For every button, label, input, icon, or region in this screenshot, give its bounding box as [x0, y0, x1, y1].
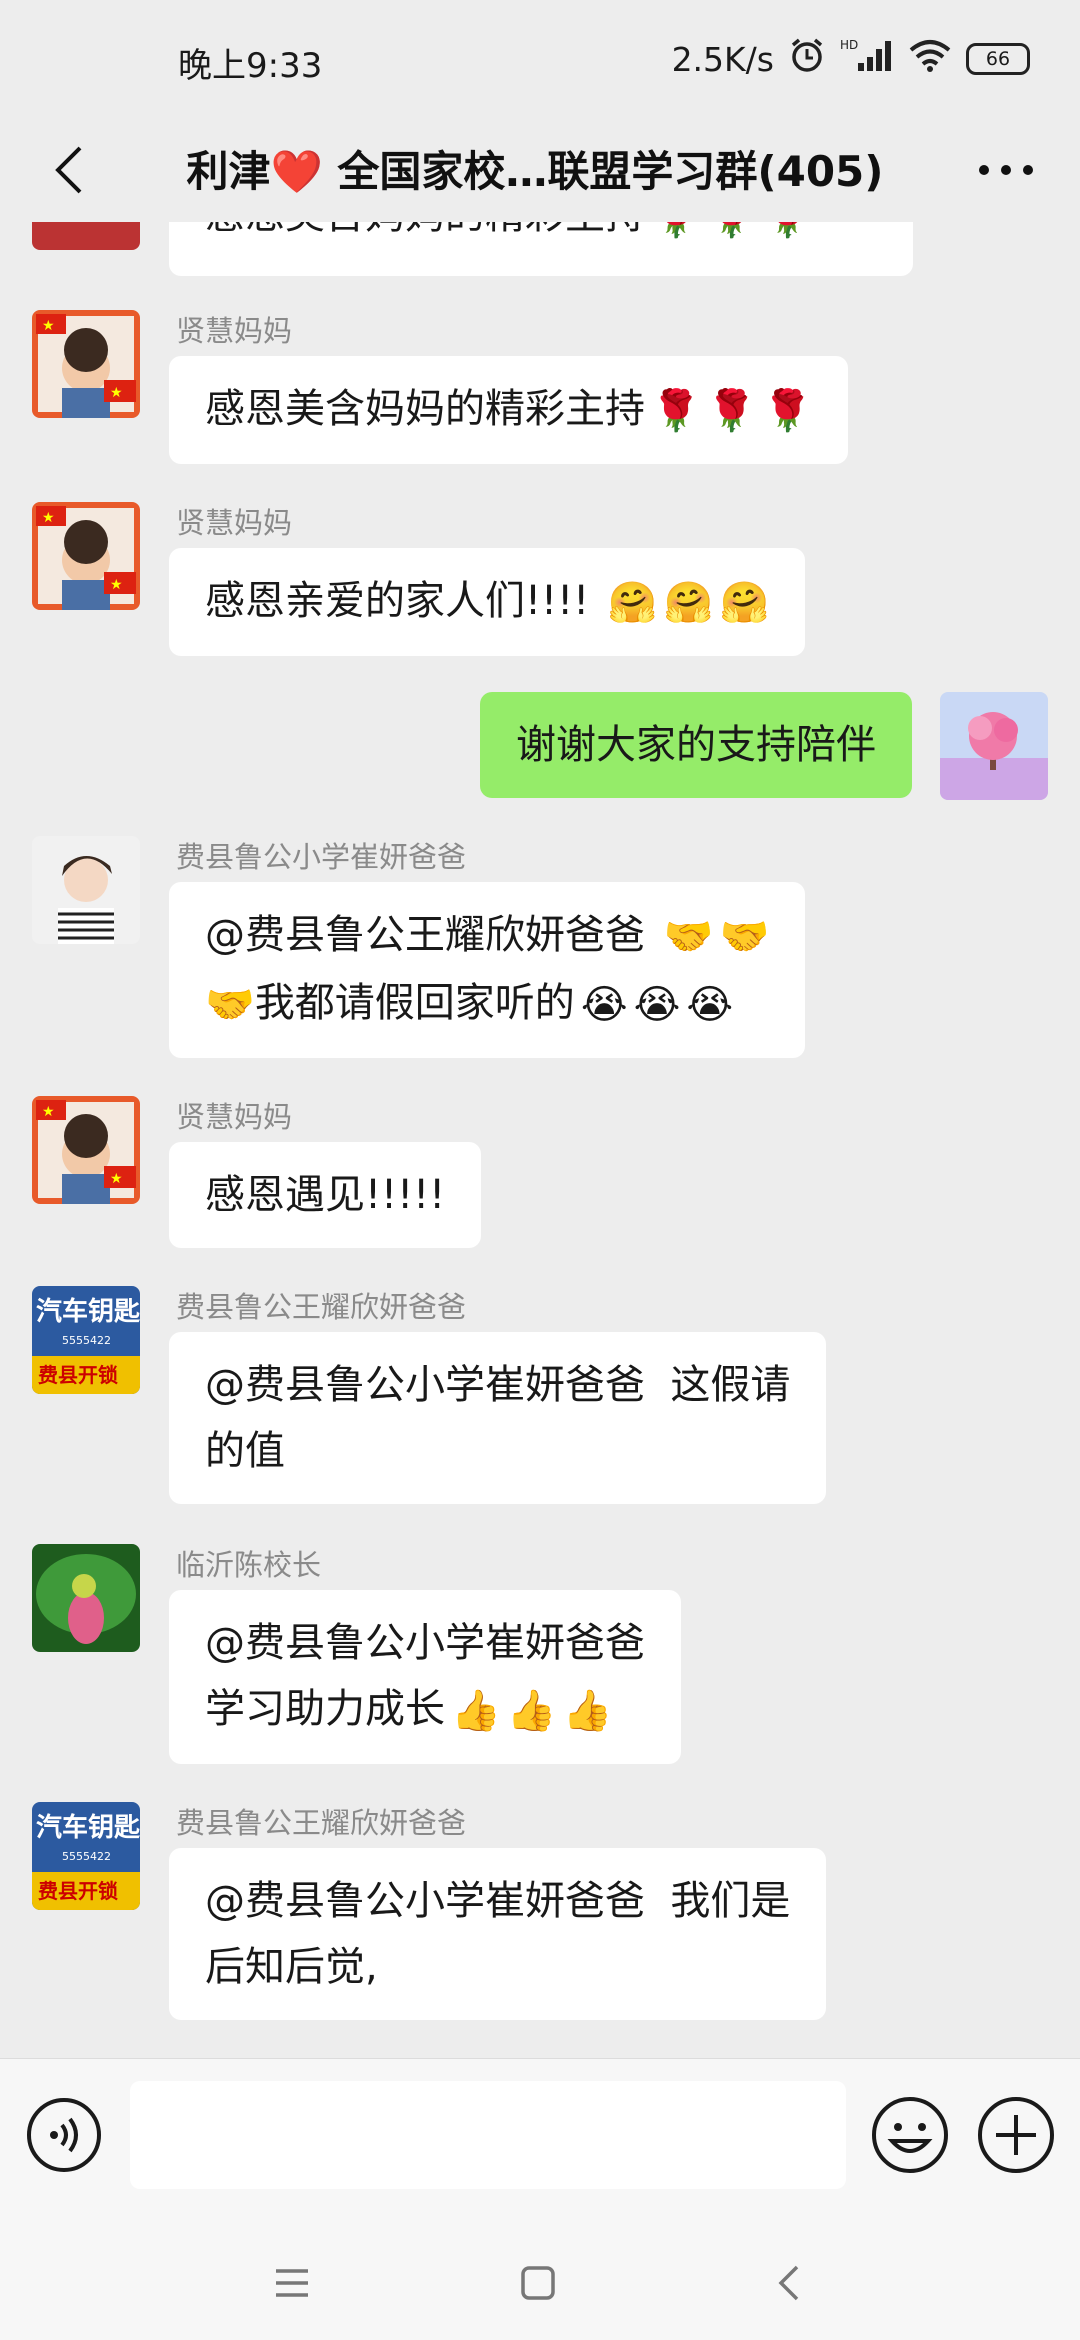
plus-button[interactable]: [976, 2095, 1056, 2175]
avatar[interactable]: 汽车钥匙 5555422 费县开锁: [32, 1286, 140, 1394]
status-bar: 晚上9:33 2.5K/s HD 66: [0, 0, 1080, 118]
home-square-icon: [521, 2266, 555, 2300]
wifi-icon: [908, 38, 952, 80]
menu-button[interactable]: [262, 2258, 322, 2308]
sender-name: 费县鲁公王耀欣妍爸爸: [176, 1290, 467, 1324]
sender-name: 临沂陈校长: [176, 1548, 322, 1582]
message-bubble[interactable]: @费县鲁公小学崔妍爸爸 学习助力成长 👍 👍 👍: [169, 1590, 681, 1764]
svg-text:★: ★: [42, 1104, 55, 1120]
avatar[interactable]: [32, 836, 140, 944]
svg-text:★: ★: [110, 385, 123, 401]
voice-icon: [27, 2098, 101, 2172]
battery-icon: 66: [966, 43, 1030, 75]
sign-text-2: 5555422: [62, 1334, 111, 1347]
sender-name: 费县鲁公小学崔妍爸爸: [176, 840, 467, 874]
sign-text-3: 费县开锁: [38, 1363, 118, 1387]
sender-name: 费县鲁公王耀欣妍爸爸: [176, 1806, 467, 1840]
sign-text-1: 汽车钥匙: [36, 1296, 140, 1327]
message-bubble[interactable]: 感恩亲爱的家人们!!!! 🤗 🤗 🤗: [169, 548, 806, 656]
smiley-icon: [872, 2097, 948, 2173]
avatar[interactable]: ★ ★: [32, 310, 140, 418]
message-bubble[interactable]: @费县鲁公小学崔妍爸爸 这假请 的值: [169, 1332, 827, 1504]
back-button[interactable]: [34, 130, 104, 210]
voice-button[interactable]: [26, 2097, 102, 2173]
signal-icon: HD: [840, 37, 894, 81]
sender-name: 贤慧妈妈: [176, 1100, 293, 1134]
message-bubble[interactable]: 感恩美含妈妈的精彩主持🌹🌹🌹: [169, 356, 849, 464]
avatar[interactable]: [32, 1544, 140, 1652]
sender-name: 贤慧妈妈: [176, 314, 293, 348]
more-dots-icon: [979, 165, 1033, 175]
alarm-icon: [788, 36, 826, 82]
chat-title: 利津❤️ 全国家校…联盟学习群(405): [186, 147, 884, 196]
sign-text-2: 5555422: [62, 1850, 111, 1863]
message-list[interactable]: 感恩美含妈妈的精彩主持🌹🌹🌹 ★★ 贤慧妈妈 感恩美含妈妈的精彩主持🌹🌹🌹 ★★…: [0, 222, 1080, 2058]
avatar[interactable]: [32, 222, 140, 250]
message-bubble[interactable]: 感恩美含妈妈的精彩主持🌹🌹🌹: [169, 222, 913, 276]
sender-name: 贤慧妈妈: [176, 506, 293, 540]
message-bubble[interactable]: @费县鲁公小学崔妍爸爸 我们是 后知后觉,: [169, 1848, 827, 2020]
svg-text:★: ★: [42, 318, 55, 334]
svg-text:★: ★: [110, 1171, 123, 1187]
sign-text-1: 汽车钥匙: [36, 1812, 140, 1843]
avatar[interactable]: 汽车钥匙 5555422 费县开锁: [32, 1802, 140, 1910]
menu-icon: [276, 2269, 308, 2297]
home-button[interactable]: [508, 2258, 568, 2308]
avatar[interactable]: ★ ★: [32, 502, 140, 610]
system-back-button[interactable]: [758, 2258, 818, 2308]
avatar[interactable]: ★ ★: [32, 1096, 140, 1204]
message-bubble-mine[interactable]: 谢谢大家的支持陪伴: [480, 692, 912, 798]
my-avatar[interactable]: [940, 692, 1048, 800]
network-speed: 2.5K/s: [671, 39, 774, 79]
plus-circle-icon: [978, 2097, 1054, 2173]
message-bubble[interactable]: @费县鲁公王耀欣妍爸爸 🤝 🤝 🤝我都请假回家听的 😭 😭 😭: [169, 882, 806, 1058]
svg-text:★: ★: [110, 577, 123, 593]
sign-text-3: 费县开锁: [38, 1879, 118, 1903]
input-bar: [0, 2058, 1080, 2219]
chat-header: 利津❤️ 全国家校…联盟学习群(405): [0, 118, 1080, 222]
status-time: 晚上9:33: [178, 46, 323, 86]
status-icons: 2.5K/s HD 66: [672, 36, 1030, 82]
svg-text:HD: HD: [840, 38, 858, 52]
svg-text:★: ★: [42, 510, 55, 526]
message-bubble[interactable]: 感恩遇见!!!!!: [169, 1142, 482, 1248]
more-button[interactable]: [956, 130, 1056, 210]
back-triangle-icon: [778, 2265, 799, 2301]
message-input[interactable]: [130, 2081, 846, 2189]
system-nav-bar: [0, 2218, 1080, 2340]
chevron-left-icon: [55, 146, 82, 194]
emoji-button[interactable]: [870, 2095, 950, 2175]
